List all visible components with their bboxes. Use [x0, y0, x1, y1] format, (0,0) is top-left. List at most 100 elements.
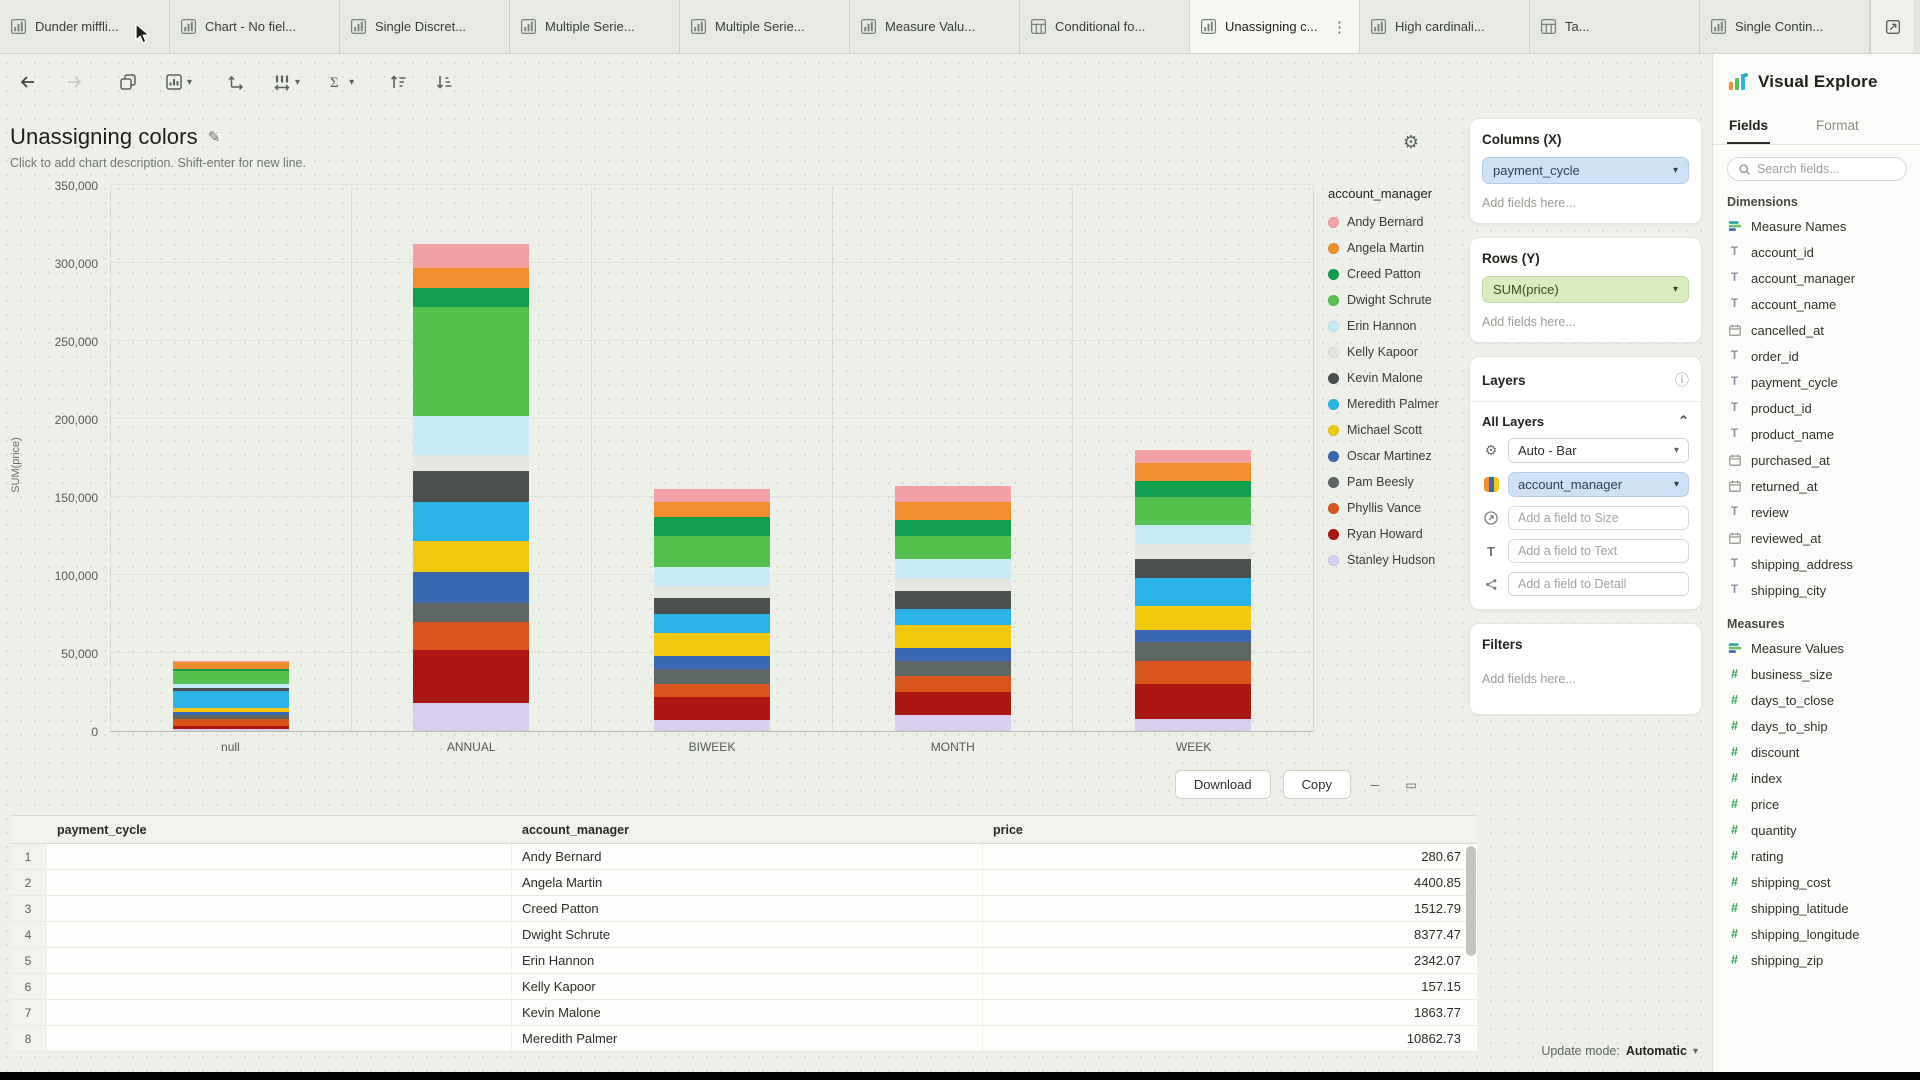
field-product-id[interactable]: Tproduct_id — [1713, 395, 1920, 421]
chart-subtitle[interactable]: Click to add chart description. Shift-en… — [10, 156, 1459, 170]
table-vertical-scrollbar[interactable] — [1466, 846, 1476, 956]
edit-title-icon[interactable]: ✎ — [208, 128, 221, 146]
mark-settings-gear-icon[interactable]: ⚙ — [1482, 442, 1500, 459]
filters-add-fields[interactable]: Add fields here... — [1482, 672, 1689, 686]
bar-segment[interactable] — [1135, 642, 1251, 661]
bar-segment[interactable] — [413, 650, 529, 703]
cell-account-manager[interactable]: Kevin Malone — [512, 1000, 983, 1025]
cell-payment-cycle[interactable] — [47, 1026, 512, 1051]
sort-descending-button[interactable] — [430, 68, 458, 96]
bar-segment[interactable] — [1135, 630, 1251, 642]
cell-price[interactable]: 280.67 — [983, 844, 1478, 869]
legend-item[interactable]: Michael Scott — [1328, 417, 1478, 443]
bar-segment[interactable] — [173, 691, 289, 708]
update-mode-select[interactable]: Automatic — [1626, 1044, 1687, 1058]
bar-segment[interactable] — [895, 502, 1011, 521]
download-button[interactable]: Download — [1175, 770, 1271, 799]
bar-segment[interactable] — [654, 598, 770, 614]
bar-segment[interactable] — [1135, 578, 1251, 606]
sort-ascending-button[interactable] — [384, 68, 412, 96]
cell-price[interactable]: 2342.07 — [983, 948, 1478, 973]
bar-segment[interactable] — [413, 307, 529, 416]
legend-item[interactable]: Kevin Malone — [1328, 365, 1478, 391]
columns-x-add-fields[interactable]: Add fields here... — [1482, 196, 1689, 210]
column-header-price[interactable]: price — [983, 816, 1478, 843]
new-chart-button[interactable] — [1870, 0, 1914, 53]
bar-segment[interactable] — [654, 720, 770, 731]
tab-high-cardinali[interactable]: High cardinali... — [1360, 0, 1530, 53]
bar-segment[interactable] — [413, 268, 529, 288]
bar-segment[interactable] — [895, 609, 1011, 625]
duplicate-button[interactable] — [114, 68, 142, 96]
field-reviewed-at[interactable]: reviewed_at — [1713, 525, 1920, 551]
bar-segment[interactable] — [413, 541, 529, 572]
bar-segment[interactable] — [413, 416, 529, 455]
field-measure-names[interactable]: Measure Names — [1713, 213, 1920, 239]
cell-price[interactable]: 10862.73 — [983, 1026, 1478, 1051]
bar-segment[interactable] — [413, 288, 529, 307]
cell-price[interactable]: 1512.79 — [983, 896, 1478, 921]
bar-segment[interactable] — [654, 656, 770, 668]
tab-multiple-serie[interactable]: Multiple Serie... — [510, 0, 680, 53]
cell-payment-cycle[interactable] — [47, 922, 512, 947]
color-field-pill[interactable]: account_manager ▾ — [1508, 472, 1689, 497]
field-returned-at[interactable]: returned_at — [1713, 473, 1920, 499]
field-payment-cycle[interactable]: Tpayment_cycle — [1713, 369, 1920, 395]
bar-width-button[interactable]: ▾ — [268, 68, 304, 96]
tab-dunder-miffli[interactable]: Dunder miffli... — [0, 0, 170, 53]
field-account-manager[interactable]: Taccount_manager — [1713, 265, 1920, 291]
cell-payment-cycle[interactable] — [47, 948, 512, 973]
cell-price[interactable]: 157.15 — [983, 974, 1478, 999]
bar-segment[interactable] — [413, 622, 529, 650]
bar-segment[interactable] — [173, 729, 289, 731]
field-days-to-close[interactable]: #days_to_close — [1713, 687, 1920, 713]
field-product-name[interactable]: Tproduct_name — [1713, 421, 1920, 447]
chevron-up-icon[interactable]: ⌃ — [1678, 413, 1689, 429]
cell-payment-cycle[interactable] — [47, 1000, 512, 1025]
field-measure-values[interactable]: Measure Values — [1713, 635, 1920, 661]
cell-account-manager[interactable]: Erin Hannon — [512, 948, 983, 973]
legend-item[interactable]: Pam Beesly — [1328, 469, 1478, 495]
legend-item[interactable]: Andy Bernard — [1328, 209, 1478, 235]
cell-account-manager[interactable]: Angela Martin — [512, 870, 983, 895]
tab-kebab-menu-icon[interactable]: ⋮ — [1330, 18, 1349, 36]
tab-measure-valu[interactable]: Measure Valu... — [850, 0, 1020, 53]
bar-segment[interactable] — [1135, 559, 1251, 578]
bar-segment[interactable] — [654, 669, 770, 685]
cell-payment-cycle[interactable] — [47, 974, 512, 999]
bar-segment[interactable] — [1135, 606, 1251, 629]
bar-segment[interactable] — [413, 471, 529, 502]
bar-segment[interactable] — [1135, 450, 1251, 462]
tab-unassigning-c[interactable]: Unassigning c...⋮ — [1190, 0, 1360, 53]
cell-payment-cycle[interactable] — [47, 896, 512, 921]
bar-segment[interactable] — [1135, 481, 1251, 497]
rows-y-add-fields[interactable]: Add fields here... — [1482, 315, 1689, 329]
rows-y-field-pill[interactable]: SUM(price) ▾ — [1482, 276, 1689, 303]
bar-segment[interactable] — [654, 567, 770, 586]
bar-segment[interactable] — [895, 520, 1011, 536]
field-business-size[interactable]: #business_size — [1713, 661, 1920, 687]
cell-account-manager[interactable]: Andy Bernard — [512, 844, 983, 869]
text-field-input[interactable] — [1508, 539, 1689, 563]
bar-segment[interactable] — [895, 692, 1011, 715]
cell-price[interactable]: 1863.77 — [983, 1000, 1478, 1025]
bar-segment[interactable] — [1135, 544, 1251, 560]
bar-segment[interactable] — [1135, 497, 1251, 525]
field-account-id[interactable]: Taccount_id — [1713, 239, 1920, 265]
bar-segment[interactable] — [654, 586, 770, 598]
field-order-id[interactable]: Torder_id — [1713, 343, 1920, 369]
legend-item[interactable]: Dwight Schrute — [1328, 287, 1478, 313]
bar-segment[interactable] — [654, 536, 770, 567]
back-button[interactable] — [14, 68, 42, 96]
bar-segment[interactable] — [654, 502, 770, 518]
field-shipping-latitude[interactable]: #shipping_latitude — [1713, 895, 1920, 921]
field-price[interactable]: #price — [1713, 791, 1920, 817]
tab-ta[interactable]: Ta... — [1530, 0, 1700, 53]
bar-segment[interactable] — [895, 591, 1011, 610]
column-header-account-manager[interactable]: account_manager — [512, 816, 983, 843]
bar-segment[interactable] — [413, 502, 529, 541]
bar-segment[interactable] — [654, 697, 770, 720]
bar-segment[interactable] — [1135, 525, 1251, 544]
legend-item[interactable]: Phyllis Vance — [1328, 495, 1478, 521]
field-rating[interactable]: #rating — [1713, 843, 1920, 869]
